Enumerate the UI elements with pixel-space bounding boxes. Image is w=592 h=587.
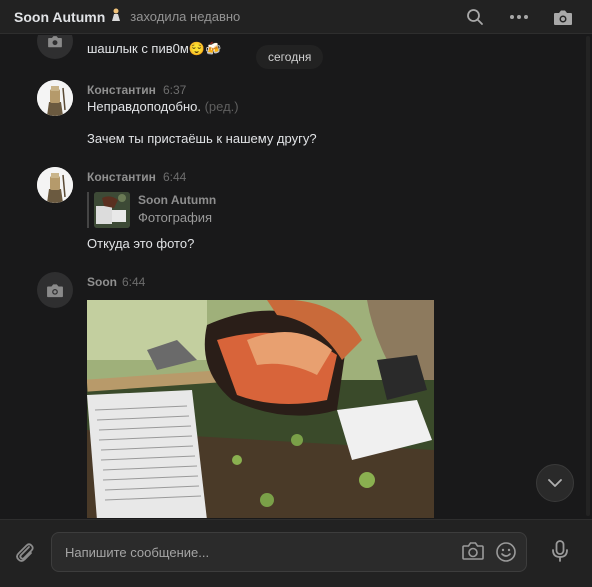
message-input[interactable]: Напишите сообщение... [51, 532, 527, 572]
composer: Напишите сообщение... [0, 519, 592, 587]
message-text: Откуда это фото? [87, 236, 195, 251]
message-text: Неправдоподобно. (ред.) [87, 99, 239, 114]
edited-label: (ред.) [204, 99, 239, 114]
emoji-icon[interactable] [495, 541, 517, 563]
contact-name[interactable]: Soon Autumn [14, 9, 105, 25]
forwarded-photo-thumbnail[interactable] [94, 192, 130, 228]
photo-attachment[interactable] [87, 300, 434, 518]
avatar[interactable] [37, 167, 73, 203]
forward-bar [87, 192, 89, 228]
message-text: шашлык с пив0м😌🍻 [87, 41, 222, 56]
message-author[interactable]: Константин [87, 83, 156, 97]
message-input-placeholder: Напишите сообщение... [65, 545, 210, 560]
message-line: Неправдоподобно. [87, 99, 201, 114]
message-time: 6:37 [163, 83, 187, 97]
message-text: Зачем ты пристаёшь к нашему другу? [87, 131, 317, 146]
camera-icon[interactable] [552, 6, 574, 28]
attach-icon[interactable] [12, 540, 36, 564]
camera-icon[interactable] [462, 541, 484, 563]
contact-status: заходила недавно [130, 9, 241, 24]
message-author[interactable]: Константин [87, 170, 156, 184]
message-list: шашлык с пив0м😌🍻 сегодня Константин 6:37… [0, 35, 592, 518]
forwarded-subtitle: Фотография [138, 210, 213, 225]
date-divider: сегодня [256, 45, 324, 69]
person-emoji-icon [110, 8, 122, 25]
avatar[interactable] [37, 80, 73, 116]
microphone-icon[interactable] [548, 539, 572, 563]
scrollbar[interactable] [586, 36, 590, 516]
avatar[interactable] [37, 272, 73, 308]
message-time: 6:44 [122, 275, 146, 289]
more-icon[interactable] [508, 6, 530, 28]
avatar[interactable] [37, 35, 73, 59]
forwarded-author[interactable]: Soon Autumn [138, 193, 216, 207]
message-time: 6:44 [163, 170, 187, 184]
scroll-down-button[interactable] [536, 464, 574, 502]
message-author[interactable]: Soon [87, 275, 117, 289]
search-icon[interactable] [464, 6, 486, 28]
chat-header: Soon Autumn заходила недавно [0, 0, 592, 34]
